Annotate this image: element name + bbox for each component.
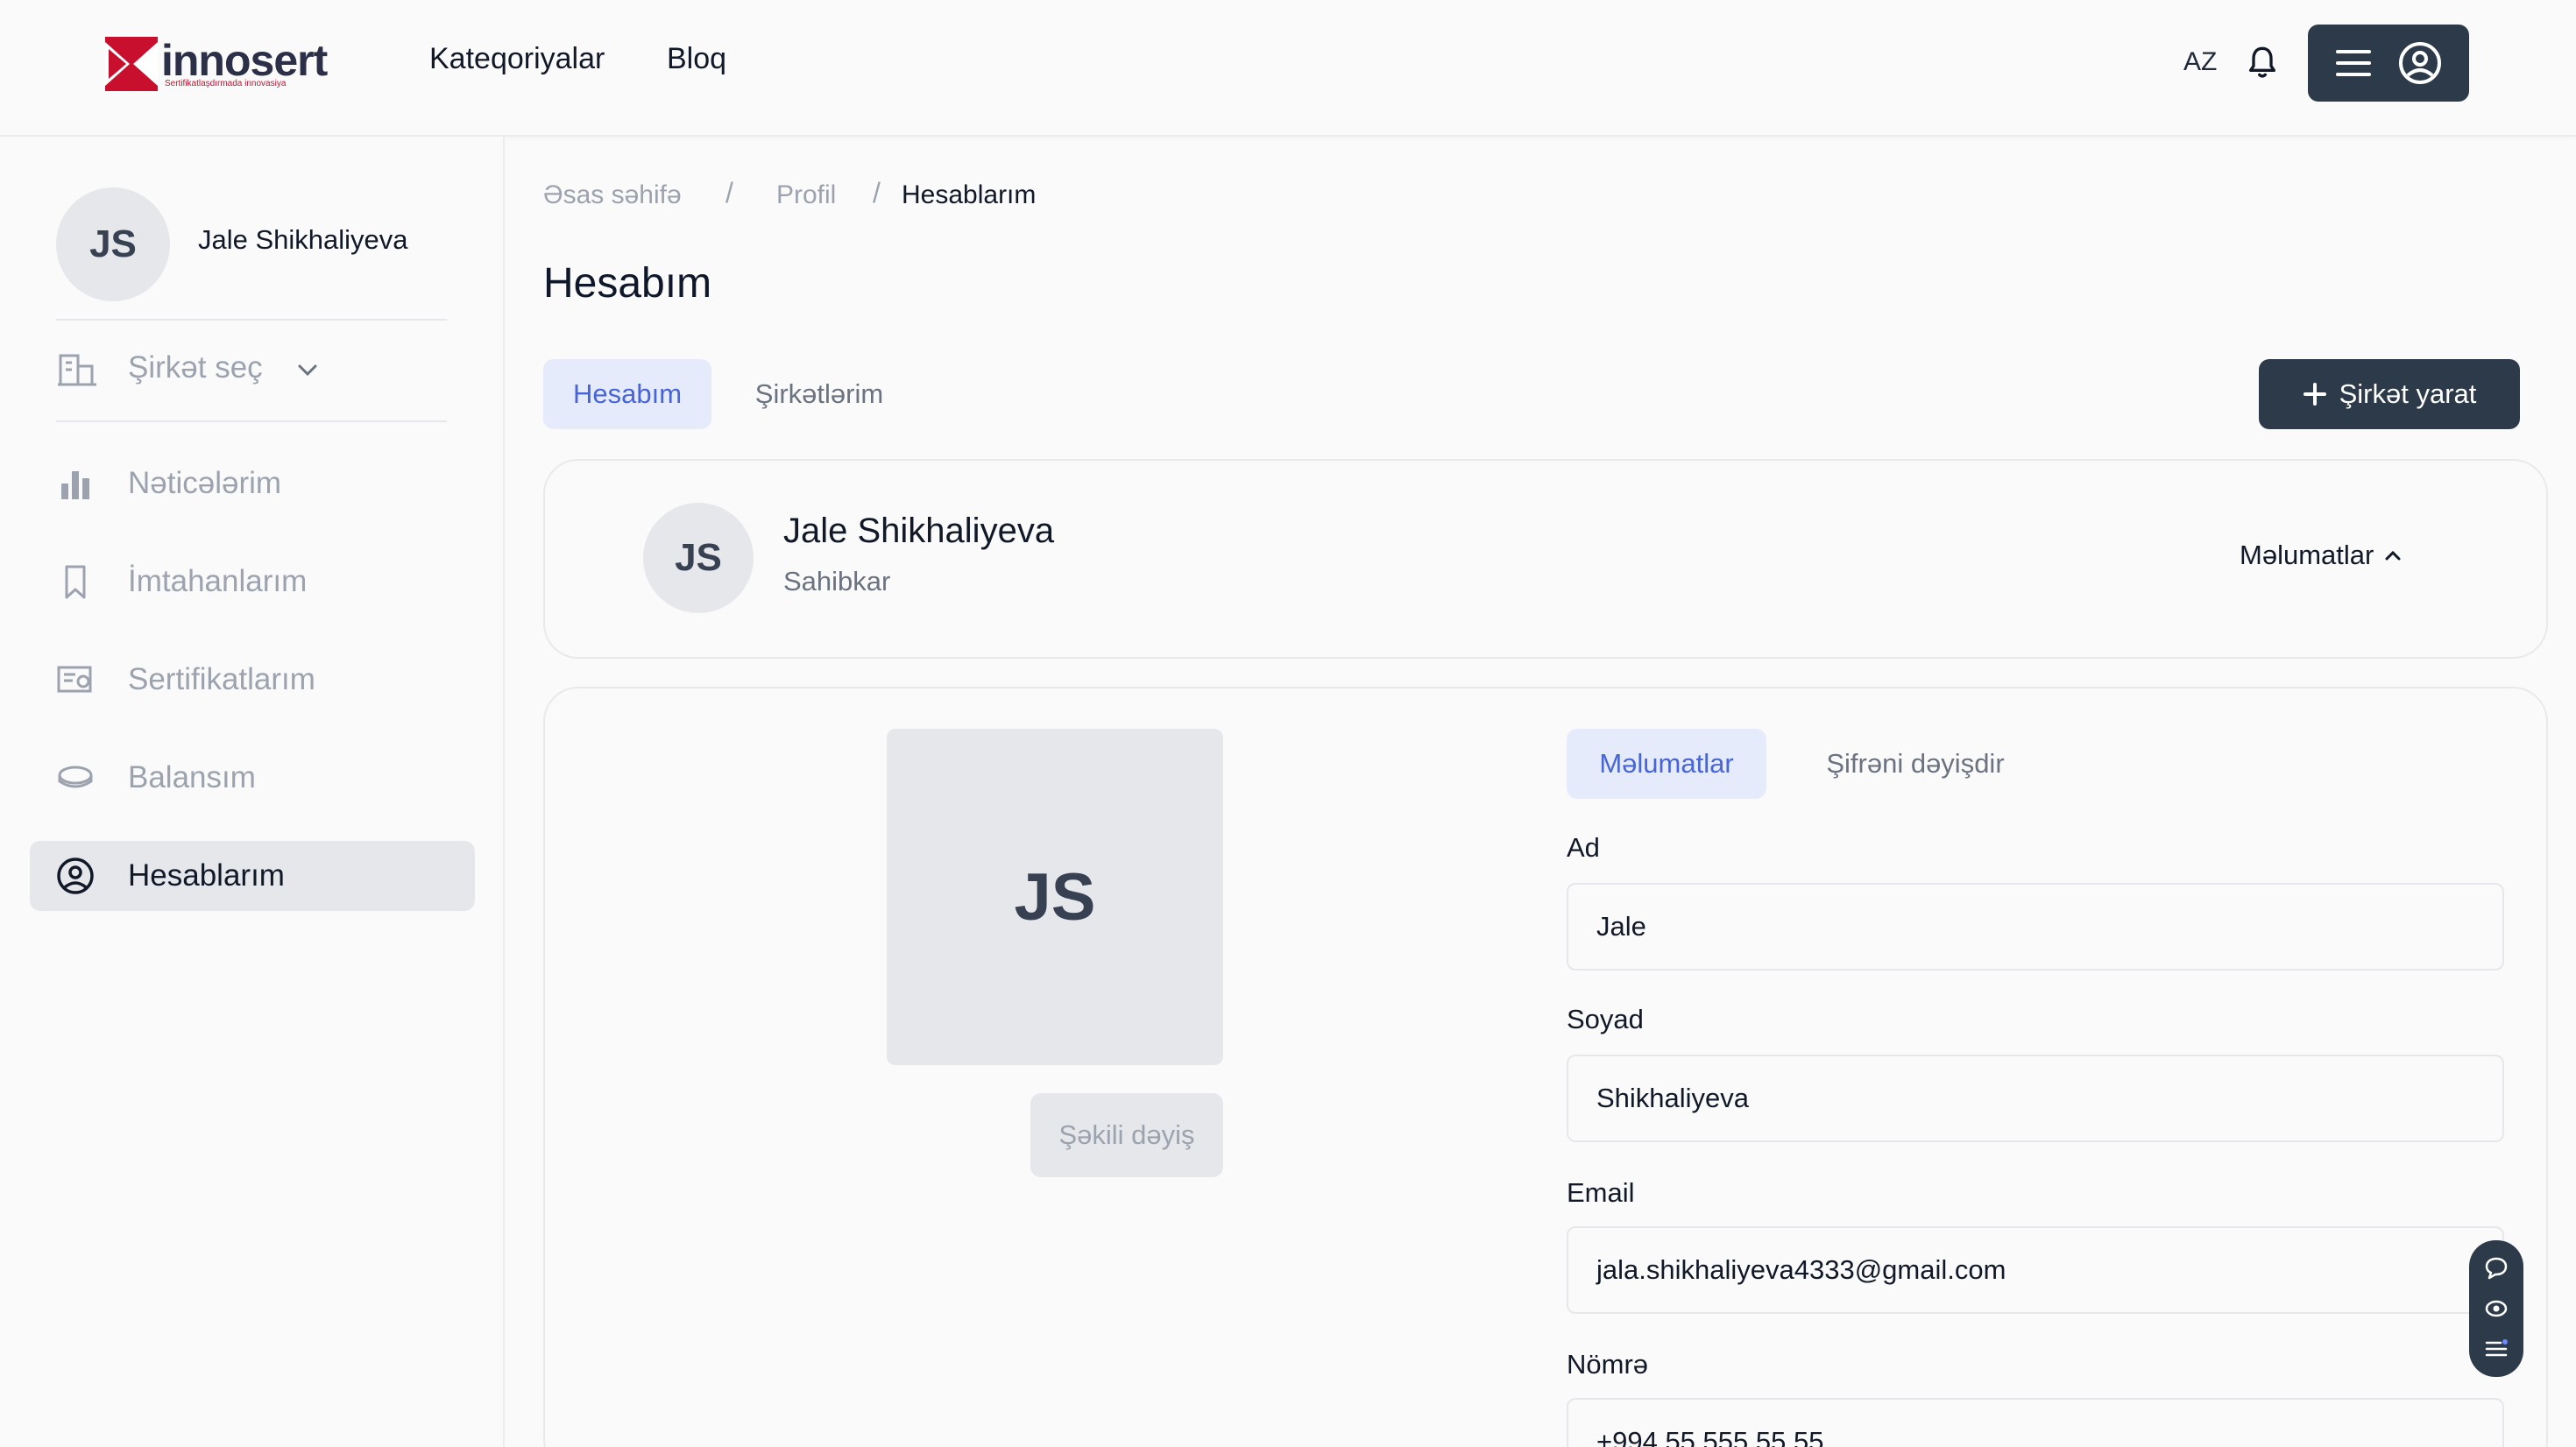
breadcrumb-current: Hesablarım xyxy=(902,180,1037,209)
floating-toolbar xyxy=(2469,1240,2523,1377)
list-icon[interactable] xyxy=(2483,1337,2509,1361)
first-name-label: Ad xyxy=(1567,832,1600,863)
chevron-down-icon xyxy=(298,364,317,377)
sidebar-item-balance[interactable]: Balansım xyxy=(30,743,475,813)
profile-role: Sahibkar xyxy=(783,566,891,596)
nav-blog-link[interactable]: Bloq xyxy=(667,42,726,76)
coin-icon xyxy=(58,766,93,788)
last-name-label: Soyad xyxy=(1567,1004,1644,1034)
avatar: JS xyxy=(643,503,754,613)
email-field[interactable]: jala.shikhaliyeva4333@gmail.com xyxy=(1567,1226,2504,1314)
building-icon xyxy=(58,354,96,386)
chevron-up-icon xyxy=(2385,550,2401,561)
first-name-field[interactable]: Jale xyxy=(1567,883,2504,971)
logo-mark-icon xyxy=(105,37,158,91)
language-switcher[interactable]: AZ xyxy=(2183,47,2217,77)
details-toggle-label: Məlumatlar xyxy=(2240,540,2374,570)
sidebar-item-results[interactable]: Nəticələrim xyxy=(30,448,475,519)
breadcrumb-separator: / xyxy=(873,177,881,208)
tab-change-password[interactable]: Şifrəni dəyişdir xyxy=(1796,729,2035,799)
page-title: Hesabım xyxy=(543,260,712,307)
top-header: innosert Sertifikatlaşdırmada innovasiya… xyxy=(0,0,2576,137)
eye-icon[interactable] xyxy=(2483,1296,2509,1321)
bar-chart-icon xyxy=(61,471,89,499)
sidebar-item-exams[interactable]: İmtahanlarım xyxy=(30,547,475,617)
profile-photo: JS xyxy=(887,729,1223,1065)
brand-tagline: Sertifikatlaşdırmada innovasiya xyxy=(165,79,287,88)
chat-bubble-icon[interactable] xyxy=(2483,1256,2509,1281)
brand-logo[interactable]: innosert Sertifikatlaşdırmada innovasiya xyxy=(105,33,328,91)
certificate-icon xyxy=(57,666,92,693)
breadcrumb-home-link[interactable]: Əsas səhifə xyxy=(543,180,682,210)
breadcrumb-profile-link[interactable]: Profil xyxy=(776,180,836,210)
email-label: Email xyxy=(1567,1177,1635,1208)
sidebar-item-certificates[interactable]: Sertifikatlarım xyxy=(30,645,475,715)
plus-icon xyxy=(2303,383,2326,406)
tab-info[interactable]: Məlumatlar xyxy=(1567,729,1766,799)
phone-label: Nömrə xyxy=(1567,1349,1649,1380)
divider xyxy=(56,319,447,321)
hamburger-icon xyxy=(2336,50,2371,76)
company-select[interactable]: Şirkət seç xyxy=(58,345,338,392)
sidebar-item-accounts[interactable]: Hesablarım xyxy=(30,841,475,911)
company-select-label: Şirkət seç xyxy=(128,350,263,385)
create-company-label: Şirkət yarat xyxy=(2339,378,2477,409)
user-circle-icon xyxy=(2399,42,2441,84)
bookmark-icon xyxy=(65,565,86,599)
sidebar-item-label: Nəticələrim xyxy=(128,466,282,500)
avatar: JS xyxy=(56,187,170,301)
user-circle-icon xyxy=(57,858,94,894)
tab-companies[interactable]: Şirkətlərim xyxy=(736,359,902,429)
profile-name: Jale Shikhaliyeva xyxy=(783,512,1055,550)
last-name-field[interactable]: Shikhaliyeva xyxy=(1567,1055,2504,1142)
details-toggle[interactable]: Məlumatlar xyxy=(2240,540,2402,571)
change-photo-button[interactable]: Şəkili dəyiş xyxy=(1030,1093,1223,1177)
create-company-button[interactable]: Şirkət yarat xyxy=(2259,359,2520,429)
phone-field[interactable]: +994 55 555 55 55 xyxy=(1567,1398,2504,1447)
tab-account[interactable]: Hesabım xyxy=(543,359,711,429)
bell-icon[interactable] xyxy=(2245,44,2280,82)
sidebar-item-label: Balansım xyxy=(128,760,256,794)
sidebar-item-label: Hesablarım xyxy=(128,858,285,893)
nav-categories-link[interactable]: Kateqoriyalar xyxy=(429,42,605,76)
sidebar-item-label: İmtahanlarım xyxy=(128,564,308,598)
sidebar-user-name: Jale Shikhaliyeva xyxy=(198,224,408,255)
account-menu-button[interactable] xyxy=(2308,25,2469,102)
sidebar: JS Jale Shikhaliyeva Şirkət seç Nəticələ… xyxy=(0,137,505,1447)
sidebar-item-label: Sertifikatlarım xyxy=(128,662,315,696)
divider xyxy=(56,420,447,422)
breadcrumb-separator: / xyxy=(725,177,733,208)
